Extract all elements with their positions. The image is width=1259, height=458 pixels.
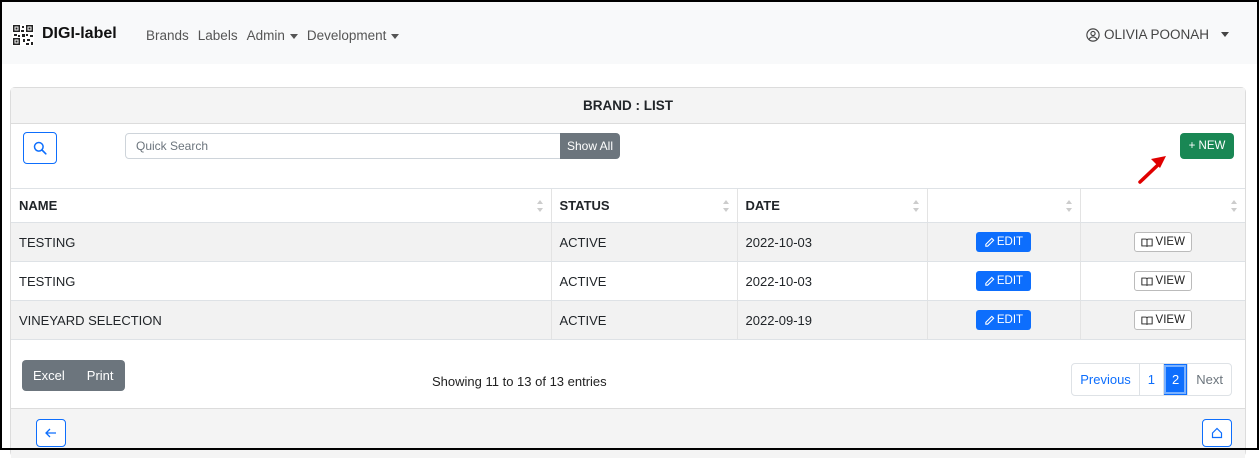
cell-name: VINEYARD SELECTION [11,300,551,340]
card-footer [11,408,1245,458]
column-header-view[interactable] [1079,188,1245,223]
cell-date: 2022-09-19 [736,300,927,340]
back-button[interactable] [36,419,66,447]
edit-label: EDIT [996,236,1024,248]
column-header-name[interactable]: NAME [11,188,551,223]
brand-table: NAME STATUS DATE TESTING ACTIVE 2022-10-… [11,188,1245,340]
pencil-icon [985,276,995,286]
user-circle-icon [1086,27,1100,42]
edit-button[interactable]: EDIT [975,310,1032,330]
caret-down-icon [1221,32,1229,37]
pagination-next[interactable]: Next [1187,364,1231,395]
brand-name[interactable]: DIGI-label [42,25,117,43]
column-header-status[interactable]: STATUS [550,188,737,223]
edit-button[interactable]: EDIT [975,271,1032,291]
excel-button[interactable]: Excel [22,360,76,391]
column-header-label: DATE [745,198,780,213]
qr-logo-icon[interactable] [12,24,34,46]
edit-button[interactable]: EDIT [975,232,1032,252]
view-button[interactable]: VIEW [1133,310,1192,330]
cell-date: 2022-10-03 [736,261,927,301]
edit-label: EDIT [996,275,1024,287]
view-label: VIEW [1155,314,1185,326]
brand-list-card: BRAND : LIST Show All + NEW NAME STATUS … [10,87,1246,458]
column-header-date[interactable]: DATE [736,188,927,223]
sort-icon [722,200,729,212]
table-row: VINEYARD SELECTION ACTIVE 2022-09-19 EDI… [11,300,1245,340]
export-button-group: Excel Print [22,360,125,391]
table-row: TESTING ACTIVE 2022-10-03 EDIT VIEW [11,261,1245,301]
column-header-edit[interactable] [926,188,1080,223]
search-button[interactable] [23,132,57,164]
caret-down-icon [391,33,400,39]
sort-icon [1065,200,1072,212]
cell-name: TESTING [11,261,551,301]
column-header-label: NAME [19,198,58,213]
cell-date: 2022-10-03 [736,222,927,262]
view-button[interactable]: VIEW [1133,232,1192,252]
caret-down-icon [289,33,298,39]
pagination: Previous 1 2 Next [1071,363,1232,396]
home-icon [1211,427,1223,439]
sort-icon [1231,200,1237,212]
cell-name: TESTING [11,222,551,262]
nav-item-label: Admin [246,28,285,43]
print-button[interactable]: Print [76,360,125,391]
cell-edit: EDIT [926,300,1080,340]
show-all-button[interactable]: Show All [560,133,620,159]
pagination-page-1[interactable]: 1 [1138,364,1163,395]
annotation-arrow-icon [1138,156,1166,184]
arrow-left-icon [45,428,56,438]
pencil-icon [985,315,995,325]
book-icon [1140,316,1153,325]
pencil-icon [985,237,995,247]
nav-links: Brands Labels Admin Development [146,28,400,43]
nav-item-label: Development [306,28,387,43]
pagination-page-2[interactable]: 2 [1163,364,1188,395]
table-header-row: NAME STATUS DATE [11,188,1245,223]
sort-icon [912,200,919,212]
table-row: TESTING ACTIVE 2022-10-03 EDIT VIEW [11,222,1245,262]
view-button[interactable]: VIEW [1133,271,1192,291]
cell-edit: EDIT [926,222,1080,262]
search-icon [33,141,47,155]
cell-view: VIEW [1079,261,1245,301]
entries-info: Showing 11 to 13 of 13 entries [432,374,607,389]
nav-item-development[interactable]: Development [307,28,400,43]
cell-view: VIEW [1079,222,1245,262]
column-header-label: STATUS [559,198,610,213]
card-title: BRAND : LIST [11,88,1245,124]
sort-icon [536,200,543,212]
cell-status: ACTIVE [550,222,737,262]
book-icon [1140,277,1153,286]
cell-edit: EDIT [926,261,1080,301]
cell-status: ACTIVE [550,300,737,340]
nav-item-admin[interactable]: Admin [247,28,298,43]
user-menu[interactable]: OLIVIA POONAH [1086,27,1229,42]
quick-search-input[interactable] [125,133,561,159]
view-label: VIEW [1155,236,1185,248]
nav-item-labels[interactable]: Labels [198,28,238,43]
nav-item-label: Brands [146,28,189,43]
pagination-previous[interactable]: Previous [1072,364,1139,395]
nav-item-label: Labels [197,28,238,43]
nav-item-brands[interactable]: Brands [146,28,189,43]
new-brand-button[interactable]: + NEW [1180,133,1234,159]
edit-label: EDIT [996,314,1024,326]
cell-status: ACTIVE [550,261,737,301]
navbar: DIGI-label Brands Labels Admin Developme… [2,2,1257,64]
view-label: VIEW [1155,275,1185,287]
home-button[interactable] [1202,419,1232,447]
user-name: OLIVIA POONAH [1103,27,1209,42]
book-icon [1140,238,1153,247]
cell-view: VIEW [1079,300,1245,340]
